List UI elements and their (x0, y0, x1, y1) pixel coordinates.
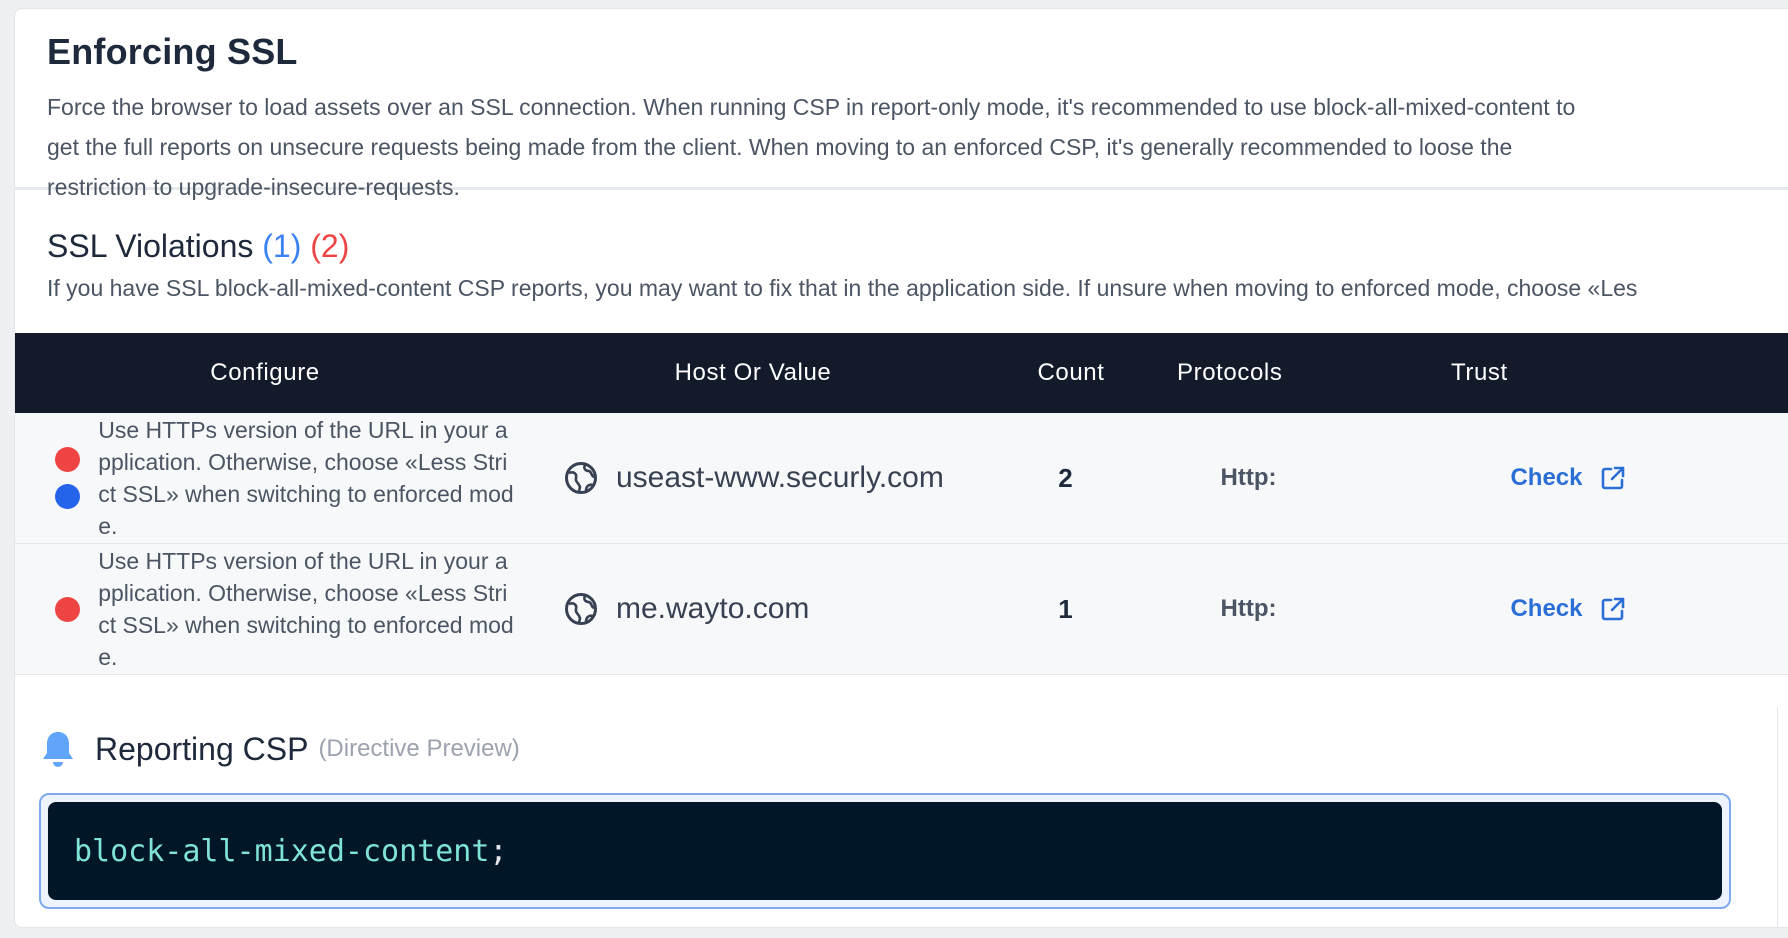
directive-preview: block-all-mixed-content; (48, 802, 1722, 900)
enforcing-ssl-section: Enforcing SSL Force the browser to load … (15, 9, 1788, 200)
external-link-icon (1601, 597, 1624, 621)
directive-terminator: ; (489, 833, 508, 869)
ssl-violations-description: If you have SSL block-all-mixed-content … (47, 275, 1638, 301)
status-dot-red (54, 596, 80, 622)
count-cell: 1 (1058, 593, 1073, 624)
violation-count-blue: (1) (262, 228, 302, 264)
trust-cell: Check (1361, 544, 1788, 675)
table-row: Use HTTPs version of the URL in your app… (15, 413, 1788, 544)
globe-icon (565, 462, 597, 494)
status-dots (54, 596, 80, 622)
host-value: useast-www.securly.com (616, 461, 944, 494)
host-value: me.wayto.com (616, 592, 810, 625)
page-title: Enforcing SSL (47, 31, 298, 72)
check-label: Check (1510, 464, 1583, 491)
status-dot-blue (54, 484, 80, 509)
external-link-icon (1601, 466, 1624, 490)
directive-value: block-all-mixed-content (74, 833, 490, 869)
globe-icon (565, 593, 597, 625)
column-header-trust: Trust (1451, 359, 1508, 386)
page-description: Force the browser to load assets over an… (47, 94, 1576, 200)
count-cell: 2 (1058, 462, 1073, 493)
ssl-card: Enforcing SSL Force the browser to load … (14, 8, 1788, 928)
column-header-protocols: Protocols (1177, 359, 1283, 386)
column-header-configure: Configure (210, 359, 320, 386)
column-header-count: Count (1037, 359, 1105, 386)
bell-icon (43, 732, 73, 767)
ssl-violations-section: SSL Violations (1) (2) If you have SSL b… (15, 190, 1788, 333)
reporting-subtitle: (Directive Preview) (318, 735, 520, 762)
check-trust-link[interactable]: Check (1510, 595, 1626, 623)
violation-count-red: (2) (310, 228, 350, 264)
configure-cell: Use HTTPs version of the URL in your app… (15, 413, 515, 544)
configure-cell: Use HTTPs version of the URL in your app… (15, 544, 515, 675)
directive-preview-frame[interactable]: block-all-mixed-content; (39, 793, 1731, 909)
reporting-header: Reporting CSP (Directive Preview) (15, 707, 1777, 769)
column-header-host: Host Or Value (674, 359, 832, 386)
check-trust-link[interactable]: Check (1510, 464, 1626, 492)
status-dot-red (54, 447, 80, 472)
violations-table: Configure Host Or Value Count Protocols … (15, 333, 1788, 675)
status-dots (54, 447, 80, 509)
configure-text: Use HTTPs version of the URL in your app… (98, 417, 514, 539)
directive-code: block-all-mixed-content; (74, 834, 507, 869)
check-label: Check (1510, 595, 1583, 622)
reporting-csp-panel: Reporting CSP (Directive Preview) block-… (15, 707, 1778, 927)
ssl-violations-title: SSL Violations (47, 228, 254, 264)
protocols-cell: Http: (1220, 595, 1277, 622)
reporting-title: Reporting CSP (95, 730, 309, 767)
table-header-row: Configure Host Or Value Count Protocols … (15, 333, 1788, 413)
host-cell: me.wayto.com (515, 544, 991, 675)
host-cell: useast-www.securly.com (515, 413, 991, 544)
table-row: Use HTTPs version of the URL in your app… (15, 543, 1788, 675)
configure-text: Use HTTPs version of the URL in your app… (98, 548, 514, 670)
ssl-violations-heading: SSL Violations (1) (2) (47, 228, 1773, 265)
protocols-cell: Http: (1220, 464, 1277, 491)
trust-cell: Check (1361, 413, 1788, 544)
